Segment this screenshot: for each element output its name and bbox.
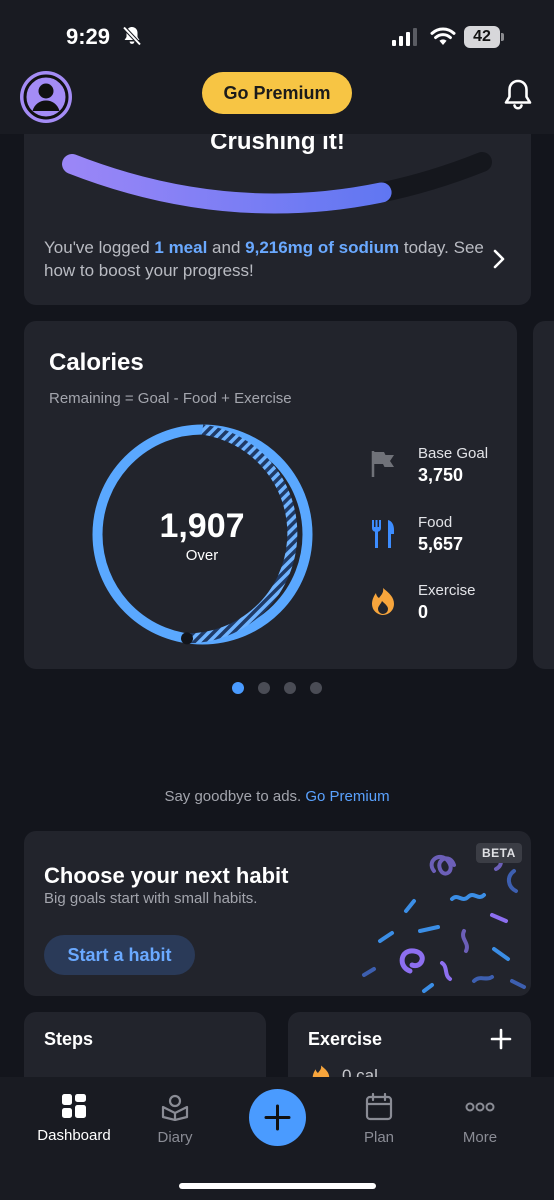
steps-title: Steps (44, 1029, 94, 1049)
ads-text: Say goodbye to ads. (164, 788, 302, 805)
more-icon (465, 1102, 495, 1112)
plus-icon (264, 1104, 291, 1131)
meal-count: 1 meal (154, 238, 208, 257)
battery-level: 42 (464, 26, 500, 48)
ads-banner: Say goodbye to ads. Go Premium (0, 788, 554, 805)
pager-dots[interactable] (232, 682, 322, 694)
tab-more[interactable]: More (430, 1093, 530, 1146)
tab-diary[interactable]: Diary (125, 1093, 225, 1146)
avatar-icon[interactable] (20, 71, 72, 123)
app-header: Go Premium (0, 66, 554, 134)
calories-card[interactable]: Calories Remaining = Goal - Food + Exerc… (24, 321, 517, 669)
calories-title: Calories (49, 349, 144, 376)
calories-over-value: 1,907 (159, 507, 245, 545)
next-card-peek[interactable] (533, 321, 554, 669)
battery-icon: 42 (464, 26, 504, 48)
diary-icon (161, 1094, 189, 1121)
progress-title: Crushing it! (210, 134, 345, 155)
pager-dot[interactable] (284, 682, 296, 694)
bell-icon[interactable] (502, 78, 534, 117)
status-time: 9:29 (66, 24, 111, 49)
go-premium-button[interactable]: Go Premium (202, 72, 352, 114)
status-bar: 9:29 42 (0, 0, 554, 66)
progress-message: You've logged 1 meal and 9,216mg of sodi… (44, 238, 484, 280)
exercise-title: Exercise (308, 1029, 383, 1049)
home-indicator (179, 1183, 376, 1189)
signal-icon (392, 28, 417, 46)
habit-card[interactable]: BETA Choose your next habit Big goals st… (24, 831, 531, 996)
chevron-right-icon[interactable] (491, 248, 507, 275)
progress-card[interactable]: Crushing it! You've logged 1 meal and 9,… (24, 134, 531, 305)
tab-bar: Dashboard Diary Plan More (0, 1077, 554, 1200)
tab-dashboard[interactable]: Dashboard (24, 1093, 124, 1144)
habit-title: Choose your next habit (44, 863, 289, 888)
pager-dot[interactable] (232, 682, 244, 694)
add-exercise-icon[interactable] (490, 1028, 512, 1055)
fork-knife-icon (369, 518, 397, 548)
beta-badge: BETA (476, 843, 522, 863)
flag-icon (369, 449, 397, 477)
calories-over-label: Over (185, 547, 219, 564)
sodium-amount: 9,216mg of sodium (245, 238, 400, 257)
habit-subtitle: Big goals start with small habits. (44, 890, 258, 907)
calendar-icon (365, 1093, 393, 1121)
start-habit-button[interactable]: Start a habit (44, 935, 195, 975)
add-button[interactable] (249, 1089, 306, 1146)
pager-dot[interactable] (258, 682, 270, 694)
bell-slash-icon (121, 26, 143, 51)
dashboard-icon (62, 1094, 86, 1118)
calories-formula: Remaining = Goal - Food + Exercise (49, 390, 292, 407)
flame-icon (369, 586, 397, 615)
pager-dot[interactable] (310, 682, 322, 694)
go-premium-link[interactable]: Go Premium (305, 788, 389, 805)
tab-plan[interactable]: Plan (329, 1093, 429, 1146)
wifi-icon (430, 26, 456, 51)
